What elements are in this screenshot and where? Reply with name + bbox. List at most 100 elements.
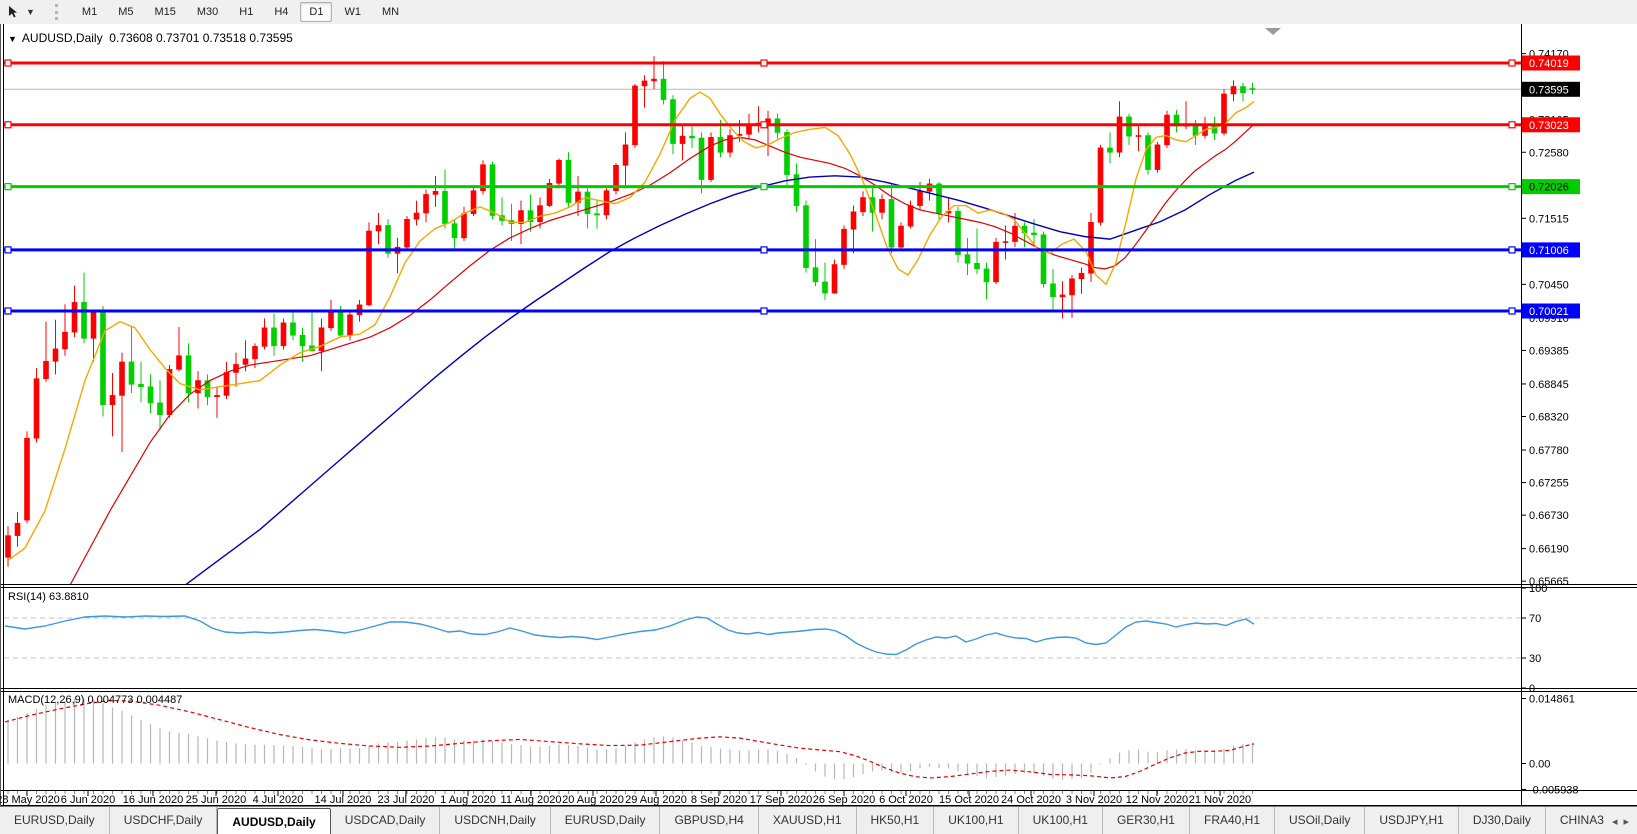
svg-text:70: 70 [1529, 613, 1541, 625]
chart-tab-usdcad-daily[interactable]: USDCAD,Daily [331, 807, 441, 834]
timeframe-button-H4[interactable]: H4 [265, 2, 297, 22]
chart-tab-dj30-daily[interactable]: DJ30,Daily [1459, 807, 1546, 834]
svg-text:0.70021: 0.70021 [1529, 306, 1569, 318]
svg-text:0.67255: 0.67255 [1529, 478, 1569, 490]
mt4-window: ▼ M1M5M15M30H1H4D1W1MN 0.741700.731050.7… [0, 0, 1637, 834]
chart-tab-usdjpy-h1[interactable]: USDJPY,H1 [1365, 807, 1458, 834]
svg-text:23 Jul 2020: 23 Jul 2020 [378, 794, 435, 806]
tab-scroll-left-icon[interactable]: ◂ [1612, 815, 1618, 828]
chart-tab-bar: EURUSD,DailyUSDCHF,DailyAUDUSD,DailyUSDC… [0, 806, 1637, 834]
price-badge-0.70021: 0.70021 [1522, 303, 1580, 318]
macd-main-value: 0.004773 [87, 694, 133, 706]
line-handle[interactable] [761, 247, 767, 253]
line-handle[interactable] [761, 60, 767, 66]
chart-tab-usdchf-daily[interactable]: USDCHF,Daily [110, 807, 218, 834]
line-handle[interactable] [5, 122, 11, 128]
svg-text:14 Jul 2020: 14 Jul 2020 [315, 794, 372, 806]
line-handle[interactable] [1509, 184, 1515, 190]
chart-tab-uk100-h1[interactable]: UK100,H1 [934, 807, 1018, 834]
chart-tab-eurusd-daily[interactable]: EURUSD,Daily [0, 807, 110, 834]
svg-text:6 Jun 2020: 6 Jun 2020 [61, 794, 115, 806]
timeframe-button-group: M1M5M15M30H1H4D1W1MN [73, 2, 411, 22]
svg-text:16 Jun 2020: 16 Jun 2020 [123, 794, 184, 806]
chart-tab-audusd-daily[interactable]: AUDUSD,Daily [217, 808, 330, 834]
svg-text:-0.005938: -0.005938 [1529, 784, 1579, 796]
svg-text:0.00: 0.00 [1529, 759, 1550, 771]
svg-text:24 Oct 2020: 24 Oct 2020 [1001, 794, 1061, 806]
chart-tab-china300-h1[interactable]: CHINA300,H1 [1546, 807, 1604, 834]
svg-text:0.70450: 0.70450 [1529, 279, 1569, 291]
rsi-indicator-label: RSI(14) 63.8810 [8, 591, 89, 603]
svg-text:6 Oct 2020: 6 Oct 2020 [879, 794, 933, 806]
toolbar: ▼ M1M5M15M30H1H4D1W1MN [0, 0, 1637, 25]
price-badge-0.73595: 0.73595 [1522, 82, 1580, 97]
toolbar-grip-handle[interactable] [55, 4, 63, 20]
svg-text:0.69385: 0.69385 [1529, 345, 1569, 357]
chart-tab-gbpusd-h4[interactable]: GBPUSD,H4 [660, 807, 758, 834]
tab-scroll-right-icon[interactable]: ▸ [1623, 815, 1629, 828]
line-handle[interactable] [761, 308, 767, 314]
line-handle[interactable] [1509, 308, 1515, 314]
chart-tab-uk100-h1[interactable]: UK100,H1 [1019, 807, 1103, 834]
line-handle[interactable] [761, 184, 767, 190]
timeframe-button-H1[interactable]: H1 [230, 2, 262, 22]
cursor-arrow-icon [7, 5, 21, 19]
line-handle[interactable] [5, 308, 11, 314]
svg-text:15 Oct 2020: 15 Oct 2020 [939, 794, 999, 806]
svg-text:100: 100 [1529, 583, 1547, 595]
timeframe-button-M5[interactable]: M5 [109, 2, 142, 22]
svg-text:0.71006: 0.71006 [1529, 245, 1569, 257]
chart-tab-usdcnh-daily[interactable]: USDCNH,Daily [440, 807, 550, 834]
line-handle[interactable] [1509, 60, 1515, 66]
chart-tab-hk50-h1[interactable]: HK50,H1 [857, 807, 935, 834]
price-chart-canvas[interactable]: 0.741700.731050.725800.715150.704500.699… [0, 24, 1637, 806]
line-handle[interactable] [5, 60, 11, 66]
line-handle[interactable] [1509, 247, 1515, 253]
chevron-down-icon[interactable]: ▼ [26, 7, 35, 17]
svg-text:0.72580: 0.72580 [1529, 147, 1569, 159]
timeframe-button-M15[interactable]: M15 [145, 2, 184, 22]
svg-text:0.73595: 0.73595 [1529, 84, 1569, 96]
timeframe-button-M1[interactable]: M1 [73, 2, 106, 22]
price-badge-0.71006: 0.71006 [1522, 242, 1580, 257]
chart-tab-ger30-h1[interactable]: GER30,H1 [1103, 807, 1190, 834]
svg-text:0.68320: 0.68320 [1529, 412, 1569, 424]
timeframe-button-M30[interactable]: M30 [188, 2, 227, 22]
line-handle[interactable] [1509, 122, 1515, 128]
chart-tab-eurusd-daily[interactable]: EURUSD,Daily [551, 807, 661, 834]
svg-text:21 Nov 2020: 21 Nov 2020 [1189, 794, 1251, 806]
chart-tab-usoil-daily[interactable]: USOil,Daily [1275, 807, 1365, 834]
svg-text:0.72026: 0.72026 [1529, 182, 1569, 194]
line-handle[interactable] [5, 247, 11, 253]
svg-text:4 Jul 2020: 4 Jul 2020 [253, 794, 304, 806]
svg-text:0.73023: 0.73023 [1529, 120, 1569, 132]
svg-text:25 Jun 2020: 25 Jun 2020 [186, 794, 247, 806]
timeframe-button-MN[interactable]: MN [373, 2, 408, 22]
macd-indicator-label: MACD(12,26,9) 0.004773 0.004487 [8, 694, 182, 706]
svg-text:0.014861: 0.014861 [1529, 693, 1575, 705]
tab-scroll-arrows: ◂ ▸ [1604, 807, 1637, 834]
chart-ohlc-values: 0.73608 0.73701 0.73518 0.73595 [109, 31, 293, 45]
svg-text:12 Nov 2020: 12 Nov 2020 [1126, 794, 1188, 806]
line-handle[interactable] [5, 184, 11, 190]
chart-title: ▼ AUDUSD,Daily 0.73608 0.73701 0.73518 0.… [8, 31, 293, 45]
chart-tab-xauusd-h1[interactable]: XAUUSD,H1 [759, 807, 857, 834]
price-badge-0.73023: 0.73023 [1522, 117, 1580, 132]
price-badge-0.72026: 0.72026 [1522, 179, 1580, 194]
timeframe-button-W1[interactable]: W1 [335, 2, 370, 22]
line-handle[interactable] [761, 122, 767, 128]
timeframe-button-D1[interactable]: D1 [300, 2, 332, 22]
cursor-tool-icon[interactable] [4, 3, 24, 21]
symbol-dropdown-icon[interactable]: ▼ [8, 34, 17, 44]
svg-text:11 Aug 2020: 11 Aug 2020 [501, 794, 562, 806]
svg-text:0.66190: 0.66190 [1529, 544, 1569, 556]
svg-text:20 Aug 2020: 20 Aug 2020 [562, 794, 624, 806]
price-badge-0.74019: 0.74019 [1522, 56, 1580, 71]
svg-text:29 Aug 2020: 29 Aug 2020 [625, 794, 687, 806]
svg-text:26 Sep 2020: 26 Sep 2020 [813, 794, 875, 806]
chart-tabs: EURUSD,DailyUSDCHF,DailyAUDUSD,DailyUSDC… [0, 807, 1604, 834]
chart-symbol-period: AUDUSD,Daily [22, 31, 103, 45]
chart-tab-fra40-h1[interactable]: FRA40,H1 [1190, 807, 1275, 834]
svg-text:0.68845: 0.68845 [1529, 379, 1569, 391]
rsi-name: RSI(14) [8, 591, 46, 603]
